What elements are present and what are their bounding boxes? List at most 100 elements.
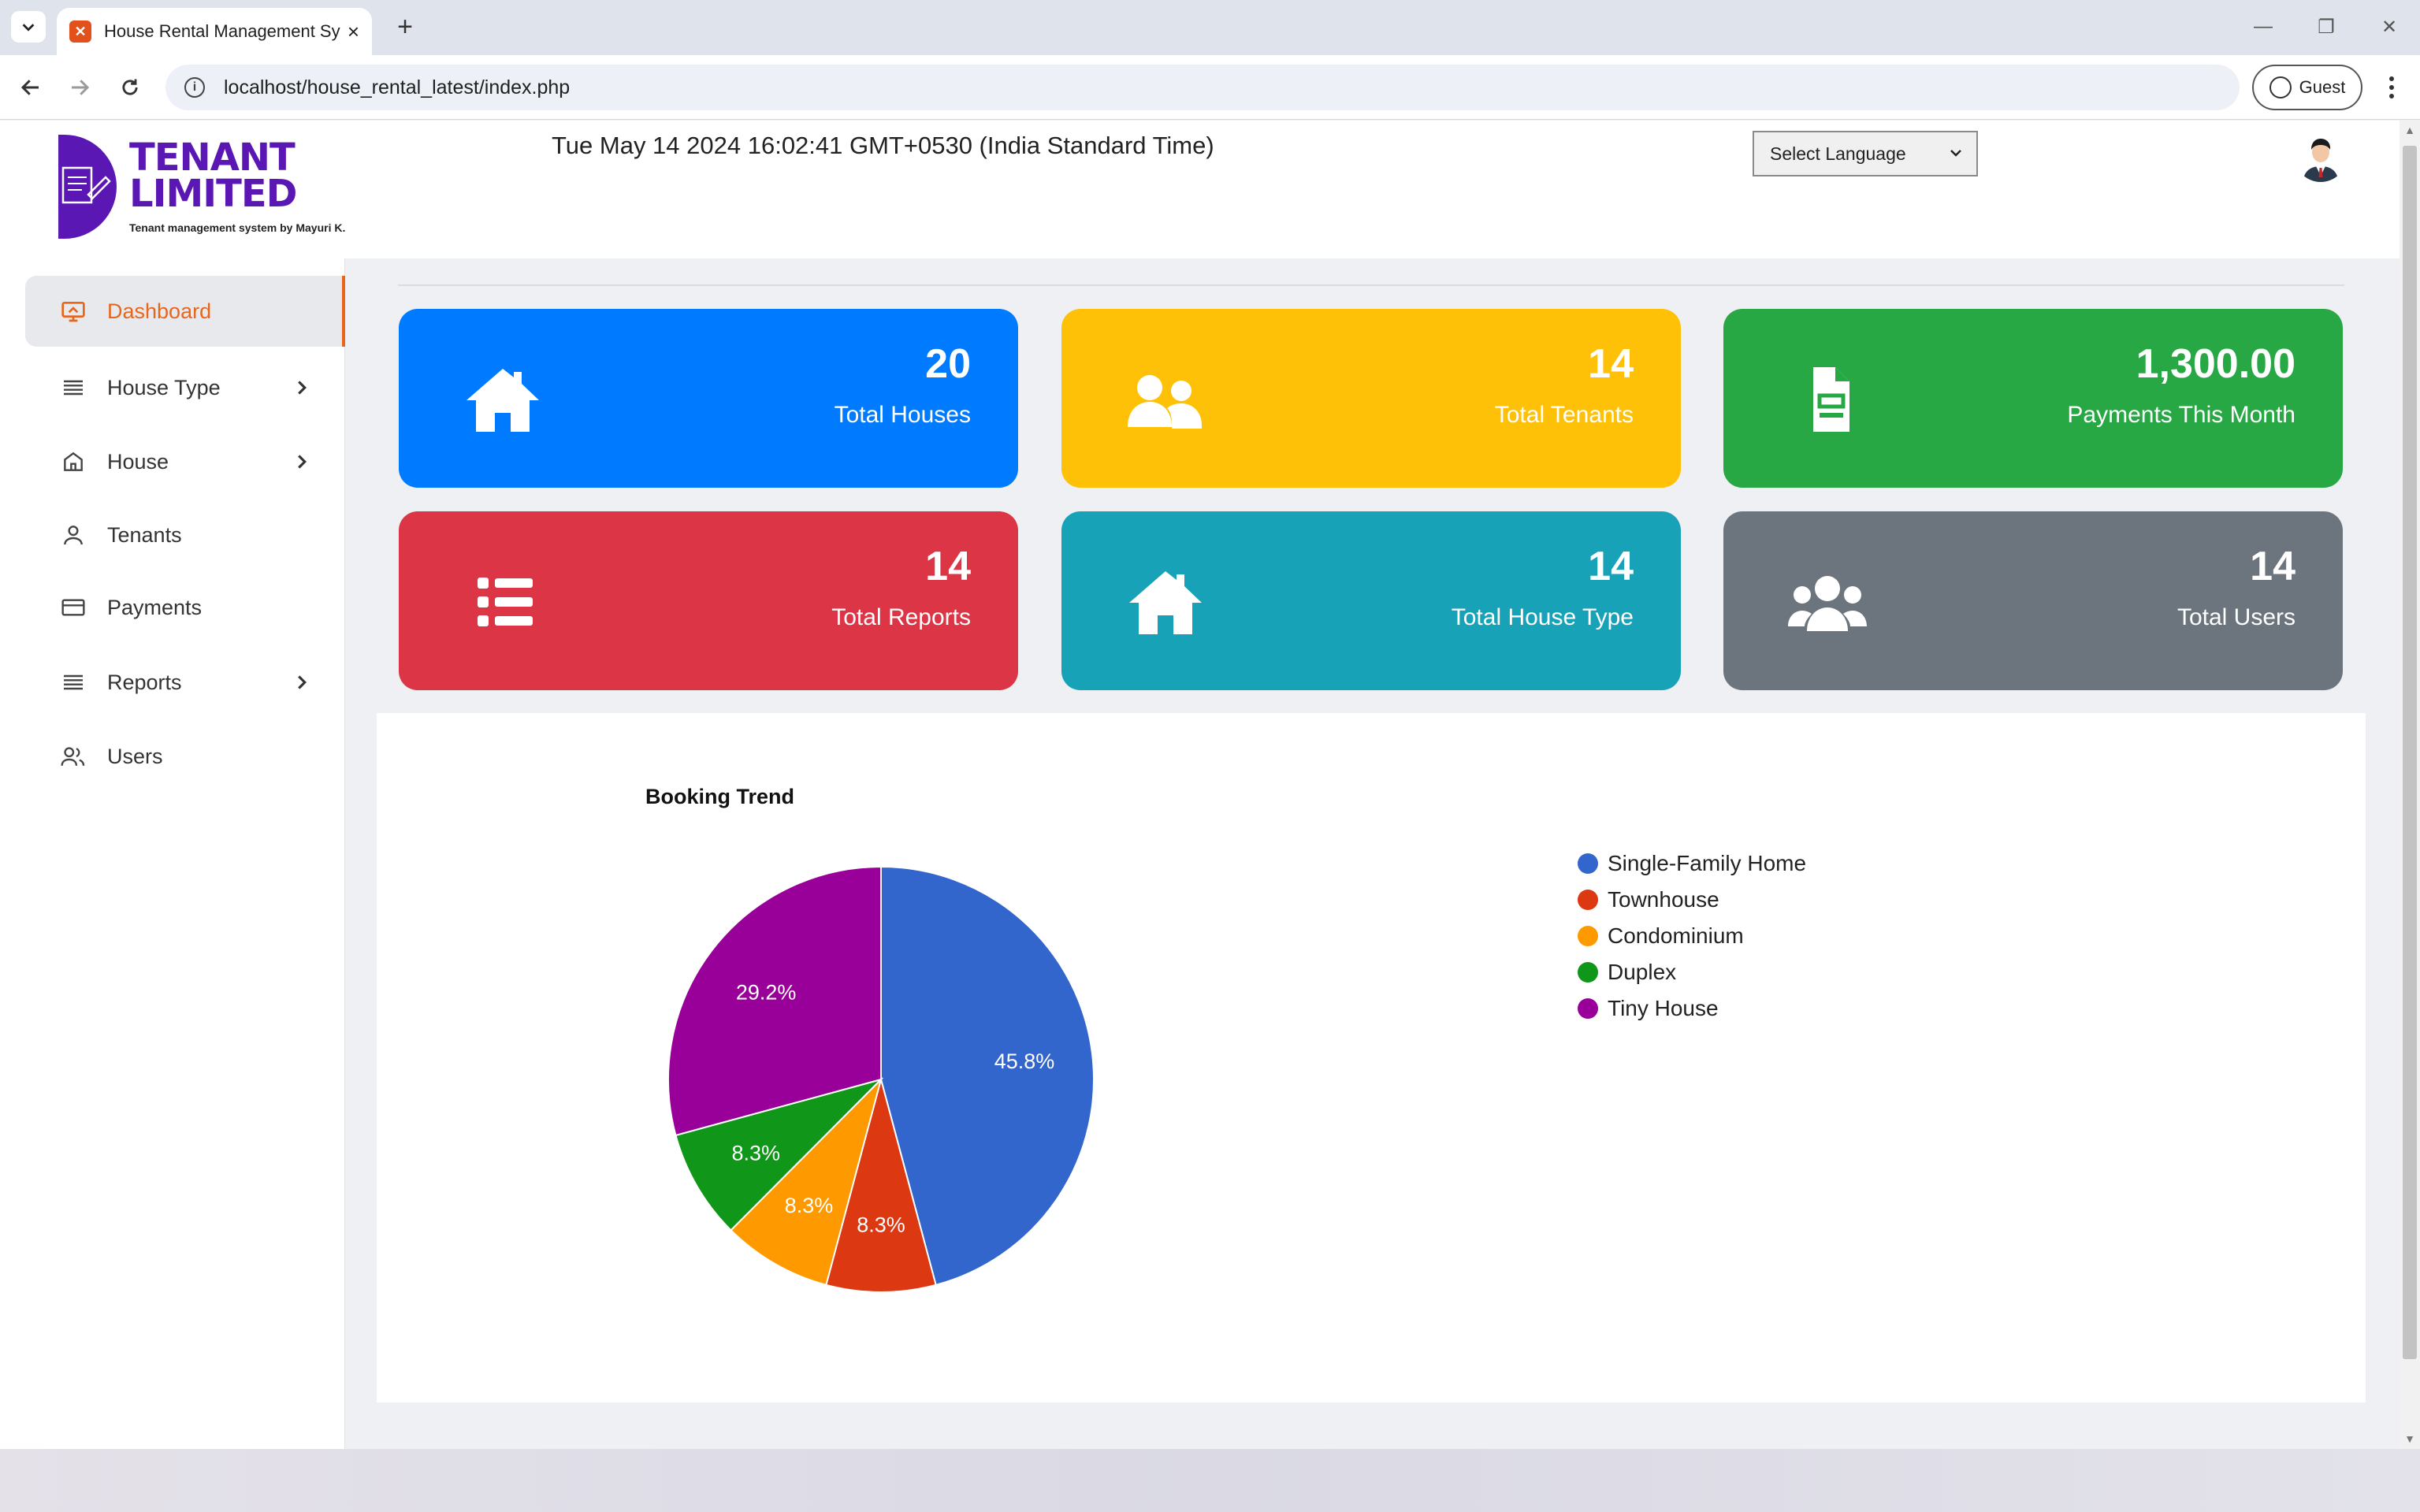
stat-card-total-houses[interactable]: 20 Total Houses <box>399 309 1018 488</box>
profile-icon <box>2269 76 2292 98</box>
sidebar-item-label: House Type <box>107 375 221 399</box>
sidebar-item-tenants[interactable]: Tenants <box>25 500 345 570</box>
monitor-icon <box>60 298 87 325</box>
sidebar-item-label: Tenants <box>107 522 182 547</box>
chart-title: Booking Trend <box>645 785 794 808</box>
new-tab-button[interactable]: + <box>389 11 421 43</box>
legend-dot <box>1578 890 1598 910</box>
user-group-icon <box>1128 375 1202 429</box>
legend-label: Tiny House <box>1608 996 1719 1020</box>
brand-logo[interactable]: TENANT LIMITED Tenant management system … <box>58 135 358 245</box>
credit-card-icon <box>60 594 87 621</box>
reload-icon[interactable] <box>112 69 148 106</box>
stat-label: Total Houses <box>834 402 971 428</box>
window-close-icon[interactable]: ✕ <box>2374 13 2405 41</box>
forward-arrow-icon[interactable] <box>61 69 98 106</box>
legend-label: Townhouse <box>1608 887 1719 912</box>
home-icon <box>60 448 87 475</box>
chevron-right-icon <box>298 381 307 395</box>
page-scrollbar-thumb[interactable] <box>2403 146 2417 1359</box>
scroll-up-arrow-icon[interactable]: ▲ <box>2403 124 2417 136</box>
stat-label: Total House Type <box>1451 604 1634 630</box>
current-datetime: Tue May 14 2024 16:02:41 GMT+0530 (India… <box>552 132 1214 159</box>
sidebar-item-house[interactable]: House <box>25 426 345 497</box>
browser-tab-bar: ✕ House Rental Management System × + — ❐… <box>0 0 2420 55</box>
stat-card-total-house-type[interactable]: 14 Total House Type <box>1061 511 1681 690</box>
chevron-right-icon <box>298 675 307 689</box>
language-select-value: Select Language <box>1770 143 1906 164</box>
list-icon <box>60 669 87 696</box>
xampp-favicon-icon: ✕ <box>69 20 91 43</box>
users-icon <box>60 743 87 770</box>
legend-item[interactable]: Single-Family Home <box>1578 845 1806 882</box>
sidebar-item-users[interactable]: Users <box>25 721 345 792</box>
sidebar: Dashboard House Type House Tenants Payme… <box>0 258 345 1449</box>
pie-slice-label: 8.3% <box>732 1141 781 1165</box>
stat-value: 20 <box>925 341 971 387</box>
scroll-down-arrow-icon[interactable]: ▼ <box>2403 1432 2417 1445</box>
legend-label: Single-Family Home <box>1608 851 1807 875</box>
sidebar-item-label: Dashboard <box>107 299 212 323</box>
profile-label: Guest <box>2299 77 2346 97</box>
sidebar-item-payments[interactable]: Payments <box>25 572 345 643</box>
legend-label: Duplex <box>1608 960 1677 984</box>
stat-card-total-users[interactable]: 14 Total Users <box>1723 511 2343 690</box>
back-arrow-icon[interactable] <box>13 69 49 106</box>
chevron-right-icon <box>298 455 307 469</box>
logo-mark-icon <box>58 135 117 239</box>
legend-item[interactable]: Townhouse <box>1578 882 1806 918</box>
home-icon <box>467 369 539 432</box>
legend-label: Condominium <box>1608 923 1744 948</box>
tab-close-icon[interactable]: × <box>348 20 359 44</box>
chart-legend: Single-Family Home Townhouse Condominium Du… <box>1578 845 1806 1027</box>
site-info-icon[interactable]: i <box>184 77 205 98</box>
sidebar-item-label: Reports <box>107 670 182 694</box>
language-select[interactable]: Select Language <box>1753 131 1978 176</box>
stat-value: 14 <box>2250 544 2295 589</box>
stat-label: Total Reports <box>831 604 971 630</box>
user-icon <box>60 522 87 548</box>
browser-tab[interactable]: ✕ House Rental Management System × <box>57 8 372 55</box>
stat-card-total-tenants[interactable]: 14 Total Tenants <box>1061 309 1681 488</box>
browser-menu-icon[interactable] <box>2380 71 2403 104</box>
sidebar-item-dashboard[interactable]: Dashboard <box>25 276 345 347</box>
pie-slice-label: 8.3% <box>785 1194 834 1217</box>
minimize-icon[interactable]: — <box>2247 13 2279 41</box>
stat-card-total-reports[interactable]: 14 Total Reports <box>399 511 1018 690</box>
chevron-down-icon <box>1950 150 1961 157</box>
stat-value: 14 <box>1588 544 1634 589</box>
legend-dot <box>1578 962 1598 983</box>
url-text: localhost/house_rental_latest/index.php <box>224 76 571 98</box>
sidebar-item-reports[interactable]: Reports <box>25 647 345 718</box>
legend-item[interactable]: Duplex <box>1578 954 1806 990</box>
sidebar-item-house-type[interactable]: House Type <box>25 352 345 423</box>
desktop-background-strip <box>0 1449 2420 1512</box>
page: TENANT LIMITED Tenant management system … <box>0 121 2400 1449</box>
tab-search-button[interactable] <box>11 11 46 43</box>
legend-item[interactable]: Tiny House <box>1578 990 1806 1027</box>
chevron-down-icon <box>22 24 35 32</box>
stat-label: Payments This Month <box>2067 402 2295 428</box>
logo-text: TENANT LIMITED <box>129 136 297 216</box>
pie-slice-label: 29.2% <box>736 981 797 1005</box>
stat-label: Total Users <box>2177 604 2295 630</box>
address-bar[interactable]: i localhost/house_rental_latest/index.ph… <box>165 65 2240 110</box>
profile-button[interactable]: Guest <box>2252 65 2362 110</box>
legend-dot <box>1578 998 1598 1019</box>
user-avatar[interactable] <box>2295 130 2347 182</box>
stat-value: 1,300.00 <box>2136 341 2295 387</box>
legend-item[interactable]: Condominium <box>1578 918 1806 954</box>
sidebar-item-label: Payments <box>107 595 203 619</box>
restore-icon[interactable]: ❐ <box>2310 13 2342 41</box>
top-header: TENANT LIMITED Tenant management system … <box>0 121 2400 258</box>
booking-trend-pie-chart: 45.8% 8.3% 8.3% 8.3% 29.2% <box>667 865 1095 1293</box>
list-icon <box>478 578 533 626</box>
list-icon <box>60 374 87 401</box>
document-icon <box>1813 367 1849 432</box>
stat-card-payments-month[interactable]: 1,300.00 Payments This Month <box>1723 309 2343 488</box>
browser-toolbar: i localhost/house_rental_latest/index.ph… <box>0 55 2420 120</box>
pie-slice-label: 8.3% <box>857 1213 905 1237</box>
legend-dot <box>1578 853 1598 874</box>
users-icon <box>1788 576 1867 631</box>
content-divider <box>398 284 2344 286</box>
